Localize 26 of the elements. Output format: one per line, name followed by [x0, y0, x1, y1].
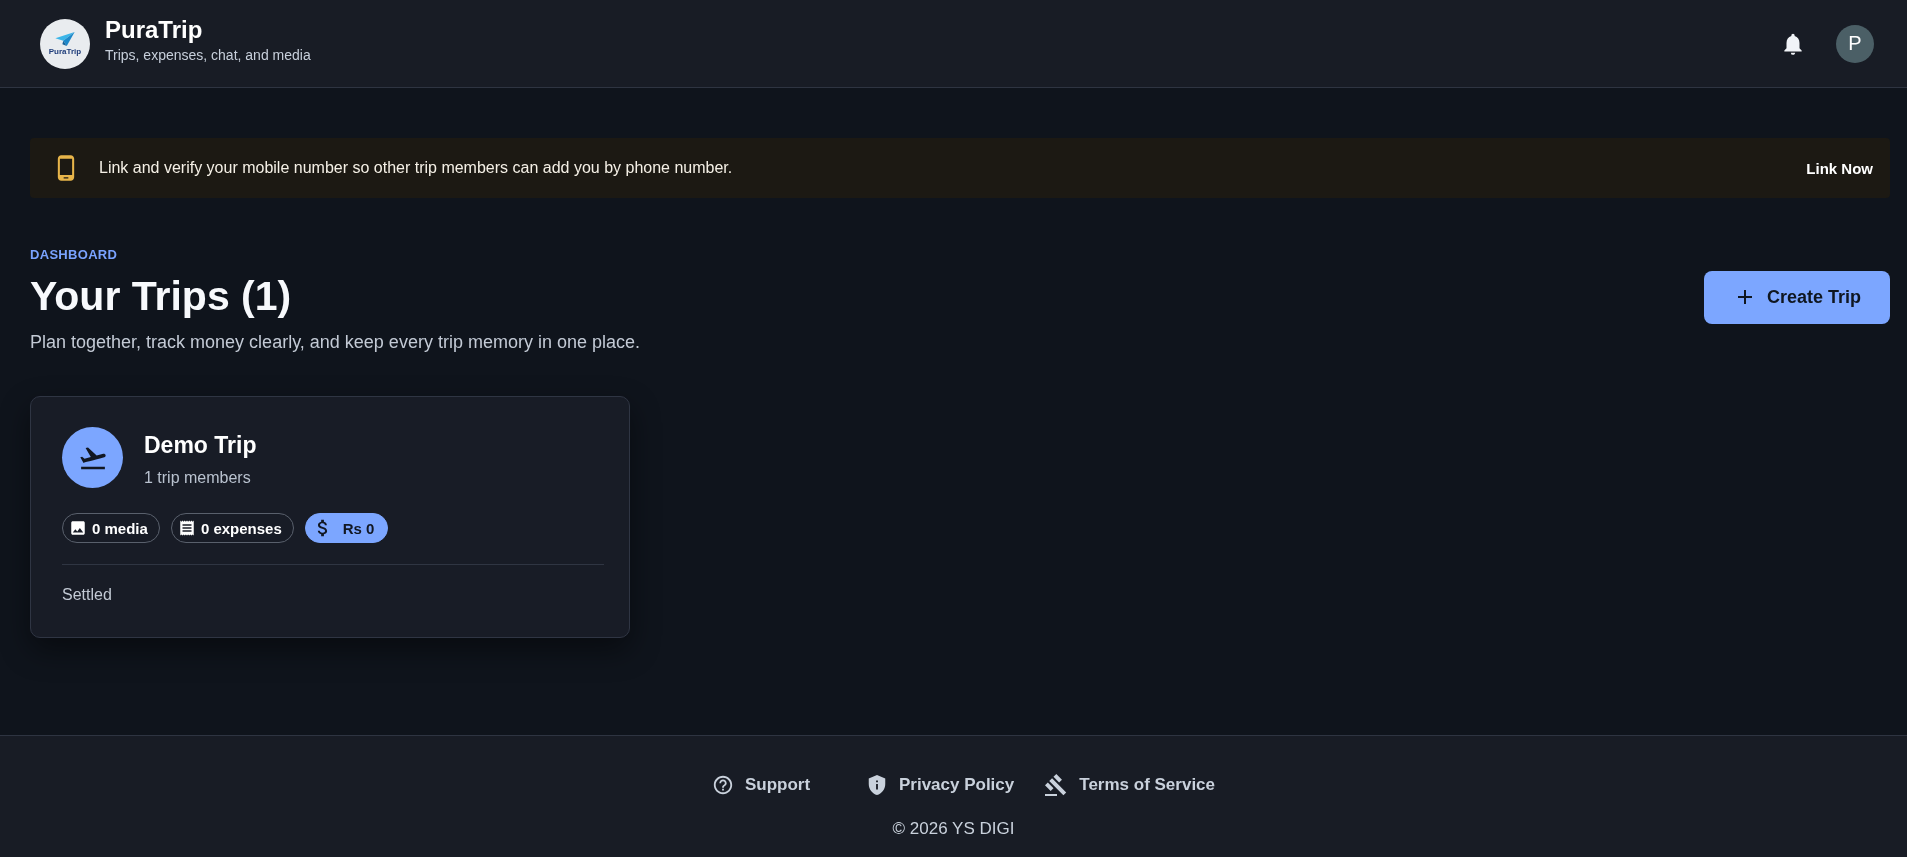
- app-title: PuraTrip: [105, 16, 204, 44]
- page-title: Your Trips (1): [30, 272, 293, 321]
- page-subtitle: Plan together, track money clearly, and keep every trip memory in one place.: [30, 331, 640, 353]
- chip-label: 0 media: [92, 519, 148, 537]
- link-now-link[interactable]: Link Now: [1806, 159, 1873, 177]
- logo-text: PuraTrip: [48, 46, 82, 56]
- terms-of-service-link[interactable]: Terms of Service: [1044, 773, 1216, 797]
- chip-label: Rs 0: [342, 519, 375, 537]
- trip-card[interactable]: Demo Trip 1 trip members 0 media 0 expenses Rs 0 Settled: [30, 396, 630, 638]
- support-link[interactable]: Support: [711, 773, 836, 797]
- privacy-policy-link[interactable]: Privacy Policy: [865, 773, 1015, 797]
- user-avatar[interactable]: P: [1836, 24, 1874, 63]
- receipt-icon: [177, 519, 196, 537]
- section-label: DASHBOARD: [30, 247, 119, 263]
- trip-members: 1 trip members: [144, 468, 252, 487]
- chip-label: 0 expenses: [200, 519, 282, 537]
- help-icon: [711, 774, 734, 796]
- trip-status: Settled: [62, 585, 112, 605]
- trip-name: Demo Trip: [144, 432, 257, 459]
- app-tagline: Trips, expenses, chat, and media: [105, 47, 311, 64]
- image-icon: [69, 519, 87, 537]
- create-trip-button[interactable]: Create Trip: [1704, 270, 1890, 324]
- banner-message: Link and verify your mobile number so other trip members can add you by phone number.: [99, 159, 734, 177]
- paper-plane-icon: [55, 31, 75, 46]
- gavel-icon: [1044, 773, 1069, 797]
- copyright-text: © 2026 YS DIGI: [892, 819, 1015, 839]
